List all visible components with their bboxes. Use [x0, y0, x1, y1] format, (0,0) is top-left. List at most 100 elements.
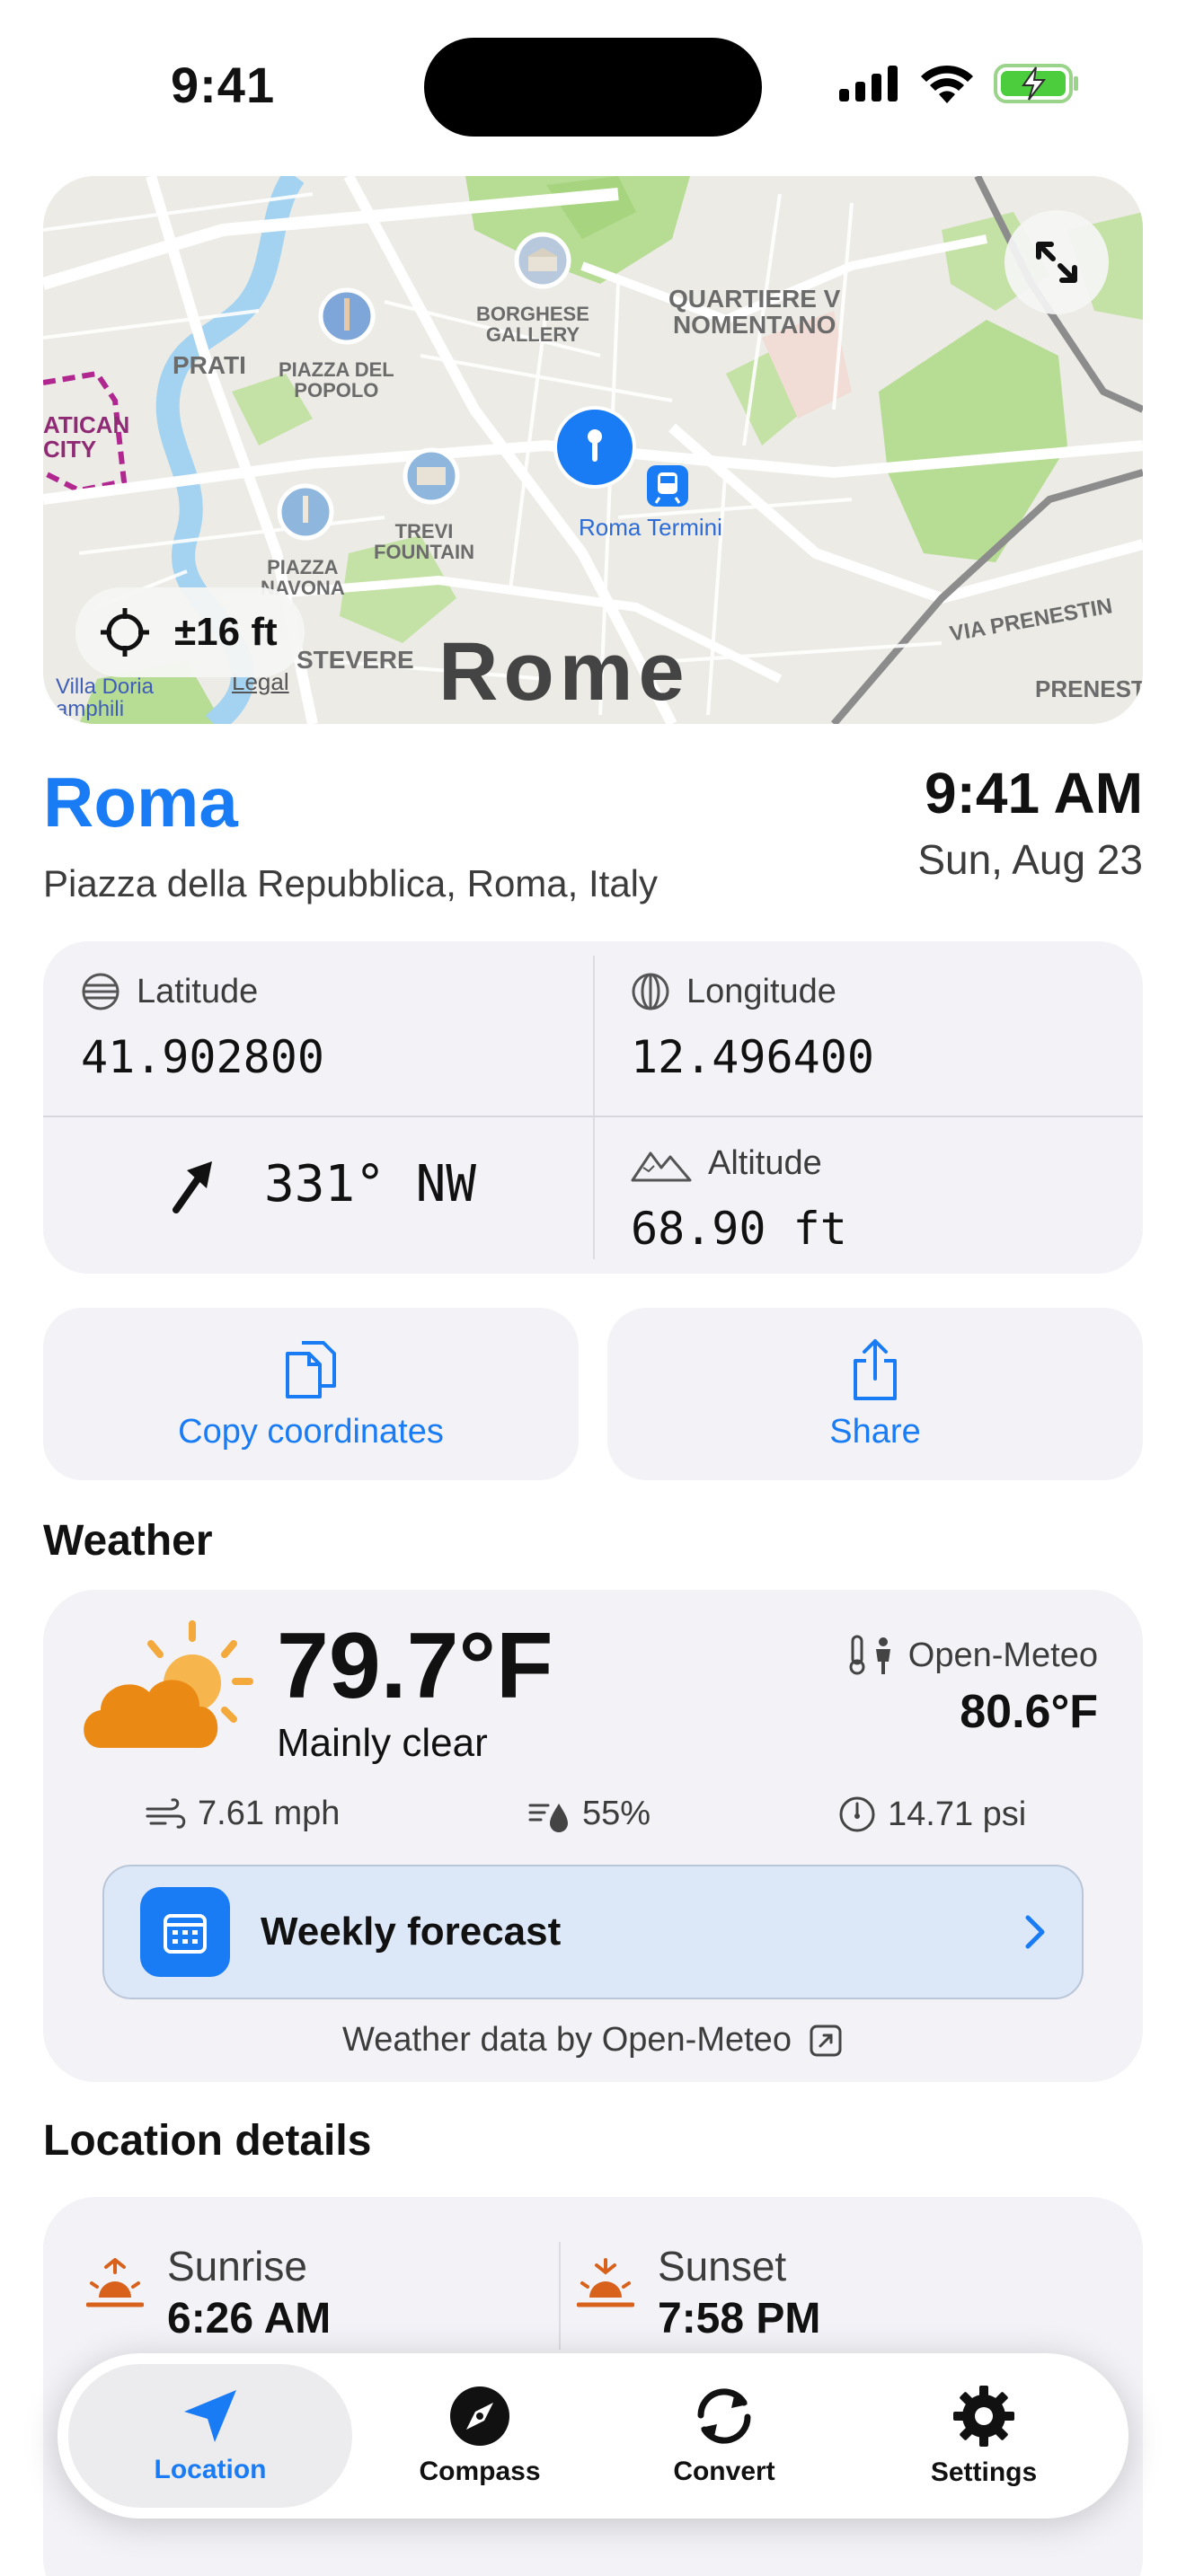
sunrise-cell: Sunrise 6:26 AM [86, 2242, 331, 2343]
copy-documents-icon [286, 1340, 336, 1398]
weekly-forecast-button[interactable]: Weekly forecast [102, 1865, 1084, 1999]
status-bar: 9:41 [0, 0, 1186, 171]
copy-coordinates-button[interactable]: Copy coordinates [43, 1308, 579, 1480]
map-label-vatican: ATICAN CITY [43, 411, 130, 463]
pressure-gauge-icon [839, 1796, 875, 1832]
details-divider [559, 2242, 561, 2350]
accuracy-pill[interactable]: ±16 ft [75, 587, 305, 677]
map-label-borghese-gallery: BORGHESE GALLERY [476, 303, 589, 347]
latitude-value: 41.902800 [81, 1031, 324, 1083]
longitude-globe-icon [632, 973, 669, 1010]
calendar-icon [140, 1887, 230, 1977]
tab-bar: Location Compass Convert Settings [58, 2353, 1128, 2519]
sunrise-value: 6:26 AM [167, 2295, 332, 2342]
chevron-right-icon [1025, 1915, 1045, 1949]
heading-arrow-icon [173, 1160, 212, 1213]
tab-compass[interactable]: Compass [363, 2353, 597, 2519]
tab-location-label: Location [154, 2455, 267, 2484]
coord-divider-horizontal [43, 1116, 1143, 1117]
status-icons [839, 63, 1080, 104]
map-city-label: Rome [438, 626, 690, 718]
map-view[interactable]: PRATI PIAZZA DEL POPOLO BORGHESE GALLERY… [43, 176, 1143, 724]
wind-value: 7.61 mph [198, 1795, 341, 1832]
heading-cell[interactable]: 331° NW [169, 1155, 476, 1213]
poi-piazza-del-popolo-icon[interactable] [318, 287, 376, 345]
latitude-globe-icon [82, 973, 119, 1010]
coordinates-card: Latitude 41.902800 Longitude 12.496400 3… [43, 941, 1143, 1274]
tab-location[interactable]: Location [68, 2364, 352, 2508]
gear-icon [953, 2386, 1014, 2447]
mountains-icon [631, 1151, 692, 1181]
poi-trevi-icon[interactable] [403, 447, 460, 505]
place-name: Roma [43, 763, 238, 842]
weather-card: 79.7°F Mainly clear Open-Meteo 80.6°F 7.… [43, 1590, 1143, 2082]
map-label-trevi: TREVI FOUNTAIN [374, 520, 475, 564]
map-label-quartiere: QUARTIERE V NOMENTANO [668, 285, 841, 340]
tab-convert-label: Convert [673, 2457, 775, 2486]
place-address: Piazza della Repubblica, Roma, Italy [43, 862, 659, 904]
longitude-cell[interactable]: Longitude 12.496400 [631, 972, 874, 1084]
weather-section-title: Weather [43, 1517, 213, 1565]
longitude-value: 12.496400 [631, 1031, 874, 1083]
wind-metric: 7.61 mph [144, 1795, 340, 1833]
location-arrow-icon [184, 2390, 236, 2442]
heading-value: 331° NW [264, 1155, 477, 1213]
tab-settings-label: Settings [930, 2457, 1038, 2487]
poi-borghese-icon[interactable] [514, 232, 571, 289]
sunset-value: 7:58 PM [658, 2295, 821, 2342]
map-label-trastevere: STEVERE [296, 646, 414, 674]
battery-charging-icon [994, 64, 1078, 103]
provider-name: Open-Meteo [907, 1636, 1098, 1674]
partly-cloudy-icon [84, 1620, 253, 1748]
cellular-signal-icon [839, 66, 898, 101]
feels-like-value: 80.6°F [960, 1686, 1098, 1738]
map-label-villa-doria: Villa Doria amphili [56, 675, 154, 722]
tab-compass-label: Compass [419, 2457, 541, 2486]
latitude-label: Latitude [137, 972, 259, 1010]
expand-map-button[interactable] [1005, 210, 1109, 314]
external-link-icon [810, 2025, 842, 2056]
humidity-metric: 55% [528, 1795, 651, 1833]
longitude-label: Longitude [686, 972, 836, 1010]
poi-piazza-navona-icon[interactable] [277, 483, 334, 541]
dynamic-island [424, 38, 762, 137]
coord-divider-vertical [593, 956, 595, 1259]
location-details-section-title: Location details [43, 2117, 372, 2165]
wind-icon [146, 1797, 186, 1829]
local-date: Sun, Aug 23 [917, 836, 1143, 883]
map-label-prenestino: PRENEST [1035, 675, 1143, 702]
compass-icon [450, 2386, 509, 2446]
altitude-cell[interactable]: Altitude 68.90 ft [631, 1144, 847, 1255]
convert-arrows-icon [697, 2388, 751, 2444]
weekly-forecast-label: Weekly forecast [261, 1910, 562, 1954]
crosshair-icon [101, 608, 149, 657]
copy-coordinates-label: Copy coordinates [178, 1412, 444, 1451]
tab-convert[interactable]: Convert [607, 2353, 841, 2519]
latitude-cell[interactable]: Latitude 41.902800 [81, 972, 324, 1084]
attribution-text: Weather data by Open-Meteo [342, 2021, 792, 2059]
thermometer-person-icon [849, 1635, 890, 1675]
pressure-value: 14.71 psi [888, 1795, 1027, 1833]
feels-like-provider: Open-Meteo [847, 1635, 1098, 1676]
sunset-label: Sunset [658, 2243, 787, 2289]
status-time: 9:41 [171, 57, 276, 113]
sunset-icon [577, 2258, 634, 2307]
humidity-value: 55% [582, 1795, 651, 1832]
tab-settings[interactable]: Settings [854, 2353, 1114, 2519]
accuracy-text: ±16 ft [174, 610, 278, 654]
altitude-value: 68.90 ft [631, 1203, 847, 1255]
sunrise-label: Sunrise [167, 2243, 307, 2289]
pressure-metric: 14.71 psi [837, 1795, 1026, 1834]
map-label-prati: PRATI [173, 351, 246, 379]
local-time: 9:41 AM [924, 761, 1143, 825]
sunrise-icon [86, 2258, 144, 2307]
map-label-roma-termini: Roma Termini [579, 514, 722, 541]
train-station-icon[interactable] [645, 463, 690, 508]
share-button[interactable]: Share [607, 1308, 1143, 1480]
wifi-icon [921, 65, 973, 103]
share-label: Share [829, 1412, 921, 1451]
expand-arrows-icon [1036, 242, 1077, 283]
weather-attribution-link[interactable]: Weather data by Open-Meteo [43, 2021, 1143, 2060]
weather-condition: Mainly clear [277, 1721, 488, 1765]
location-pin-icon[interactable] [552, 404, 638, 490]
